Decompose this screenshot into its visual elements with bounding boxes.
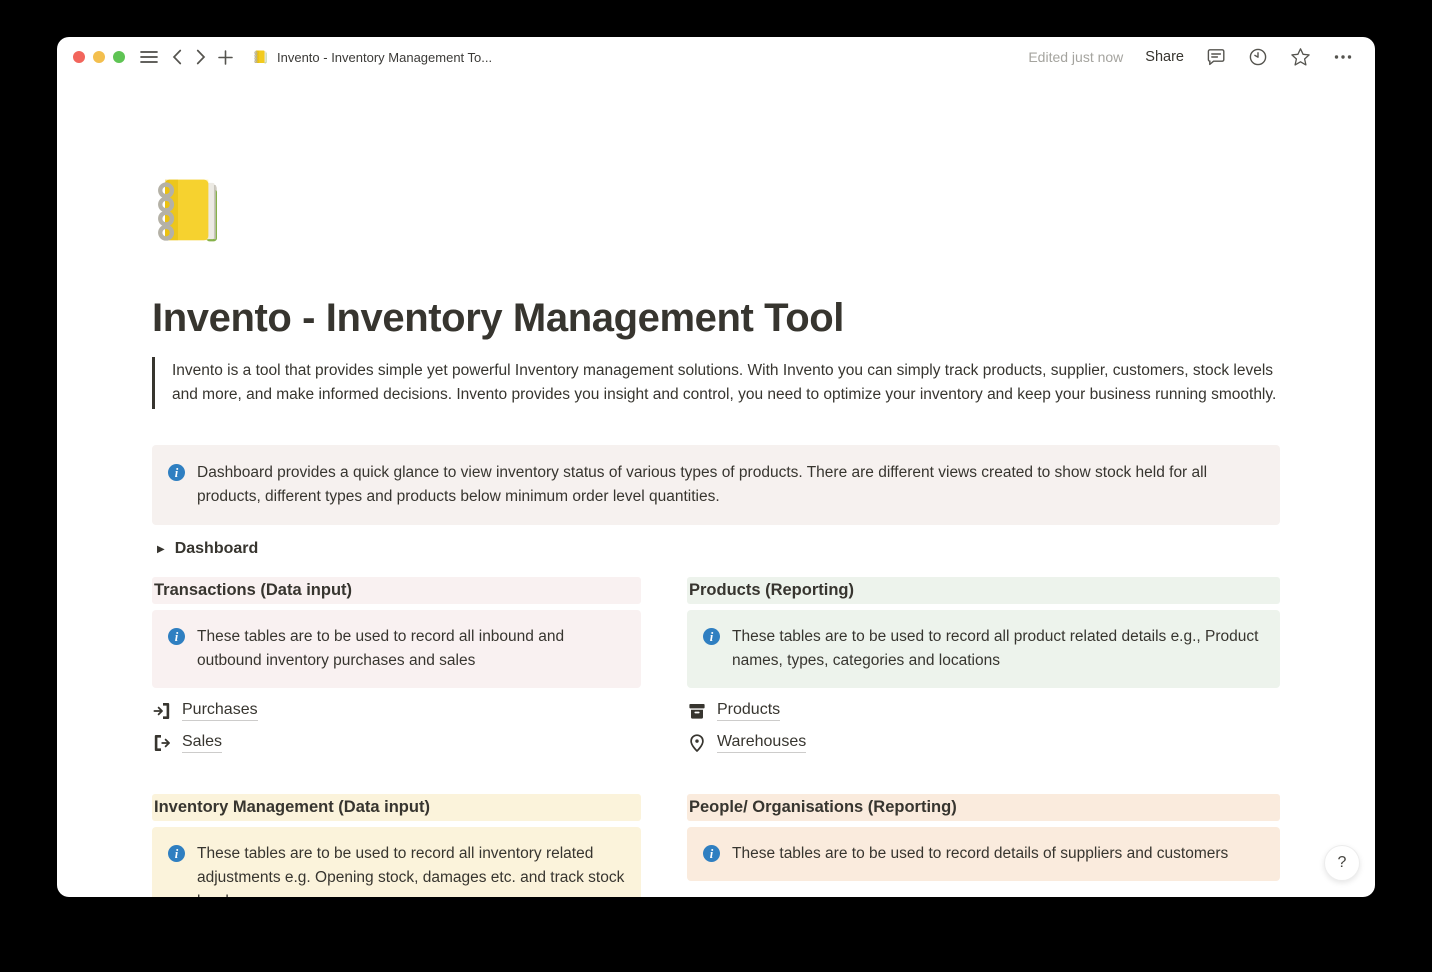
page-link-label[interactable]: Purchases bbox=[182, 701, 258, 721]
section-header: Inventory Management (Data input) bbox=[152, 794, 641, 821]
section-transactions: Transactions (Data input) i These tables… bbox=[152, 577, 641, 754]
section-inventory-management: Inventory Management (Data input) i Thes… bbox=[152, 794, 641, 897]
toggle-triangle-icon[interactable]: ▶ bbox=[157, 544, 165, 555]
zoom-window-button[interactable] bbox=[113, 51, 125, 63]
minimize-window-button[interactable] bbox=[93, 51, 105, 63]
comments-icon[interactable] bbox=[1206, 47, 1226, 67]
favorite-star-icon[interactable] bbox=[1290, 47, 1311, 67]
door-exit-icon bbox=[152, 733, 172, 753]
history-clock-icon[interactable] bbox=[1248, 47, 1268, 67]
titlebar: Invento - Inventory Management To... Edi… bbox=[57, 37, 1375, 77]
archive-box-icon bbox=[687, 701, 707, 721]
intro-quote: Invento is a tool that provides simple y… bbox=[152, 357, 1280, 409]
more-options-icon[interactable] bbox=[1333, 47, 1353, 67]
page-link-purchases[interactable]: Purchases bbox=[152, 700, 641, 722]
page-link-label[interactable]: Sales bbox=[182, 733, 222, 753]
page-link-label[interactable]: Warehouses bbox=[717, 733, 806, 753]
sidebar-menu-icon[interactable] bbox=[140, 50, 158, 64]
door-enter-icon bbox=[152, 701, 172, 721]
page-link-label[interactable]: Products bbox=[717, 701, 780, 721]
dashboard-toggle[interactable]: ▶ Dashboard bbox=[152, 537, 1280, 561]
dashboard-toggle-label: Dashboard bbox=[175, 540, 259, 558]
section-callout-text: These tables are to be used to record al… bbox=[197, 842, 629, 897]
info-icon: i bbox=[168, 845, 185, 862]
page-title: Invento - Inventory Management Tool bbox=[152, 294, 1280, 342]
info-icon: i bbox=[168, 628, 185, 645]
window-controls bbox=[73, 51, 125, 63]
dashboard-callout-text: Dashboard provides a quick glance to vie… bbox=[197, 461, 1264, 509]
page-tab[interactable]: Invento - Inventory Management To... bbox=[253, 49, 492, 65]
tab-title: Invento - Inventory Management To... bbox=[277, 50, 492, 65]
info-icon: i bbox=[168, 464, 185, 481]
section-people-organisations: People/ Organisations (Reporting) i Thes… bbox=[687, 794, 1280, 881]
forward-button[interactable] bbox=[196, 49, 206, 65]
back-button[interactable] bbox=[172, 49, 182, 65]
dashboard-info-callout: i Dashboard provides a quick glance to v… bbox=[152, 445, 1280, 525]
notion-window: Invento - Inventory Management To... Edi… bbox=[57, 37, 1375, 897]
location-pin-icon bbox=[687, 733, 707, 753]
section-callout: i These tables are to be used to record … bbox=[152, 610, 641, 688]
section-callout: i These tables are to be used to record … bbox=[687, 610, 1280, 688]
page-emoji-icon[interactable] bbox=[152, 172, 230, 250]
section-header: People/ Organisations (Reporting) bbox=[687, 794, 1280, 821]
section-callout: i These tables are to be used to record … bbox=[687, 827, 1280, 881]
sections-grid: Transactions (Data input) i These tables… bbox=[152, 577, 1280, 897]
info-icon: i bbox=[703, 628, 720, 645]
close-window-button[interactable] bbox=[73, 51, 85, 63]
section-products: Products (Reporting) i These tables are … bbox=[687, 577, 1280, 754]
page-link-sales[interactable]: Sales bbox=[152, 732, 641, 754]
new-tab-button[interactable] bbox=[218, 50, 233, 65]
section-callout-text: These tables are to be used to record al… bbox=[732, 625, 1268, 673]
section-callout-text: These tables are to be used to record de… bbox=[732, 842, 1228, 866]
share-button[interactable]: Share bbox=[1145, 49, 1184, 65]
edited-status: Edited just now bbox=[1028, 49, 1123, 65]
section-header: Transactions (Data input) bbox=[152, 577, 641, 604]
help-button[interactable]: ? bbox=[1324, 845, 1360, 881]
section-callout-text: These tables are to be used to record al… bbox=[197, 625, 629, 673]
page-link-products[interactable]: Products bbox=[687, 700, 1280, 722]
info-icon: i bbox=[703, 845, 720, 862]
notebook-emoji-icon bbox=[253, 49, 269, 65]
section-header: Products (Reporting) bbox=[687, 577, 1280, 604]
page-content: Invento - Inventory Management Tool Inve… bbox=[57, 172, 1375, 897]
page-link-warehouses[interactable]: Warehouses bbox=[687, 732, 1280, 754]
section-callout: i These tables are to be used to record … bbox=[152, 827, 641, 897]
